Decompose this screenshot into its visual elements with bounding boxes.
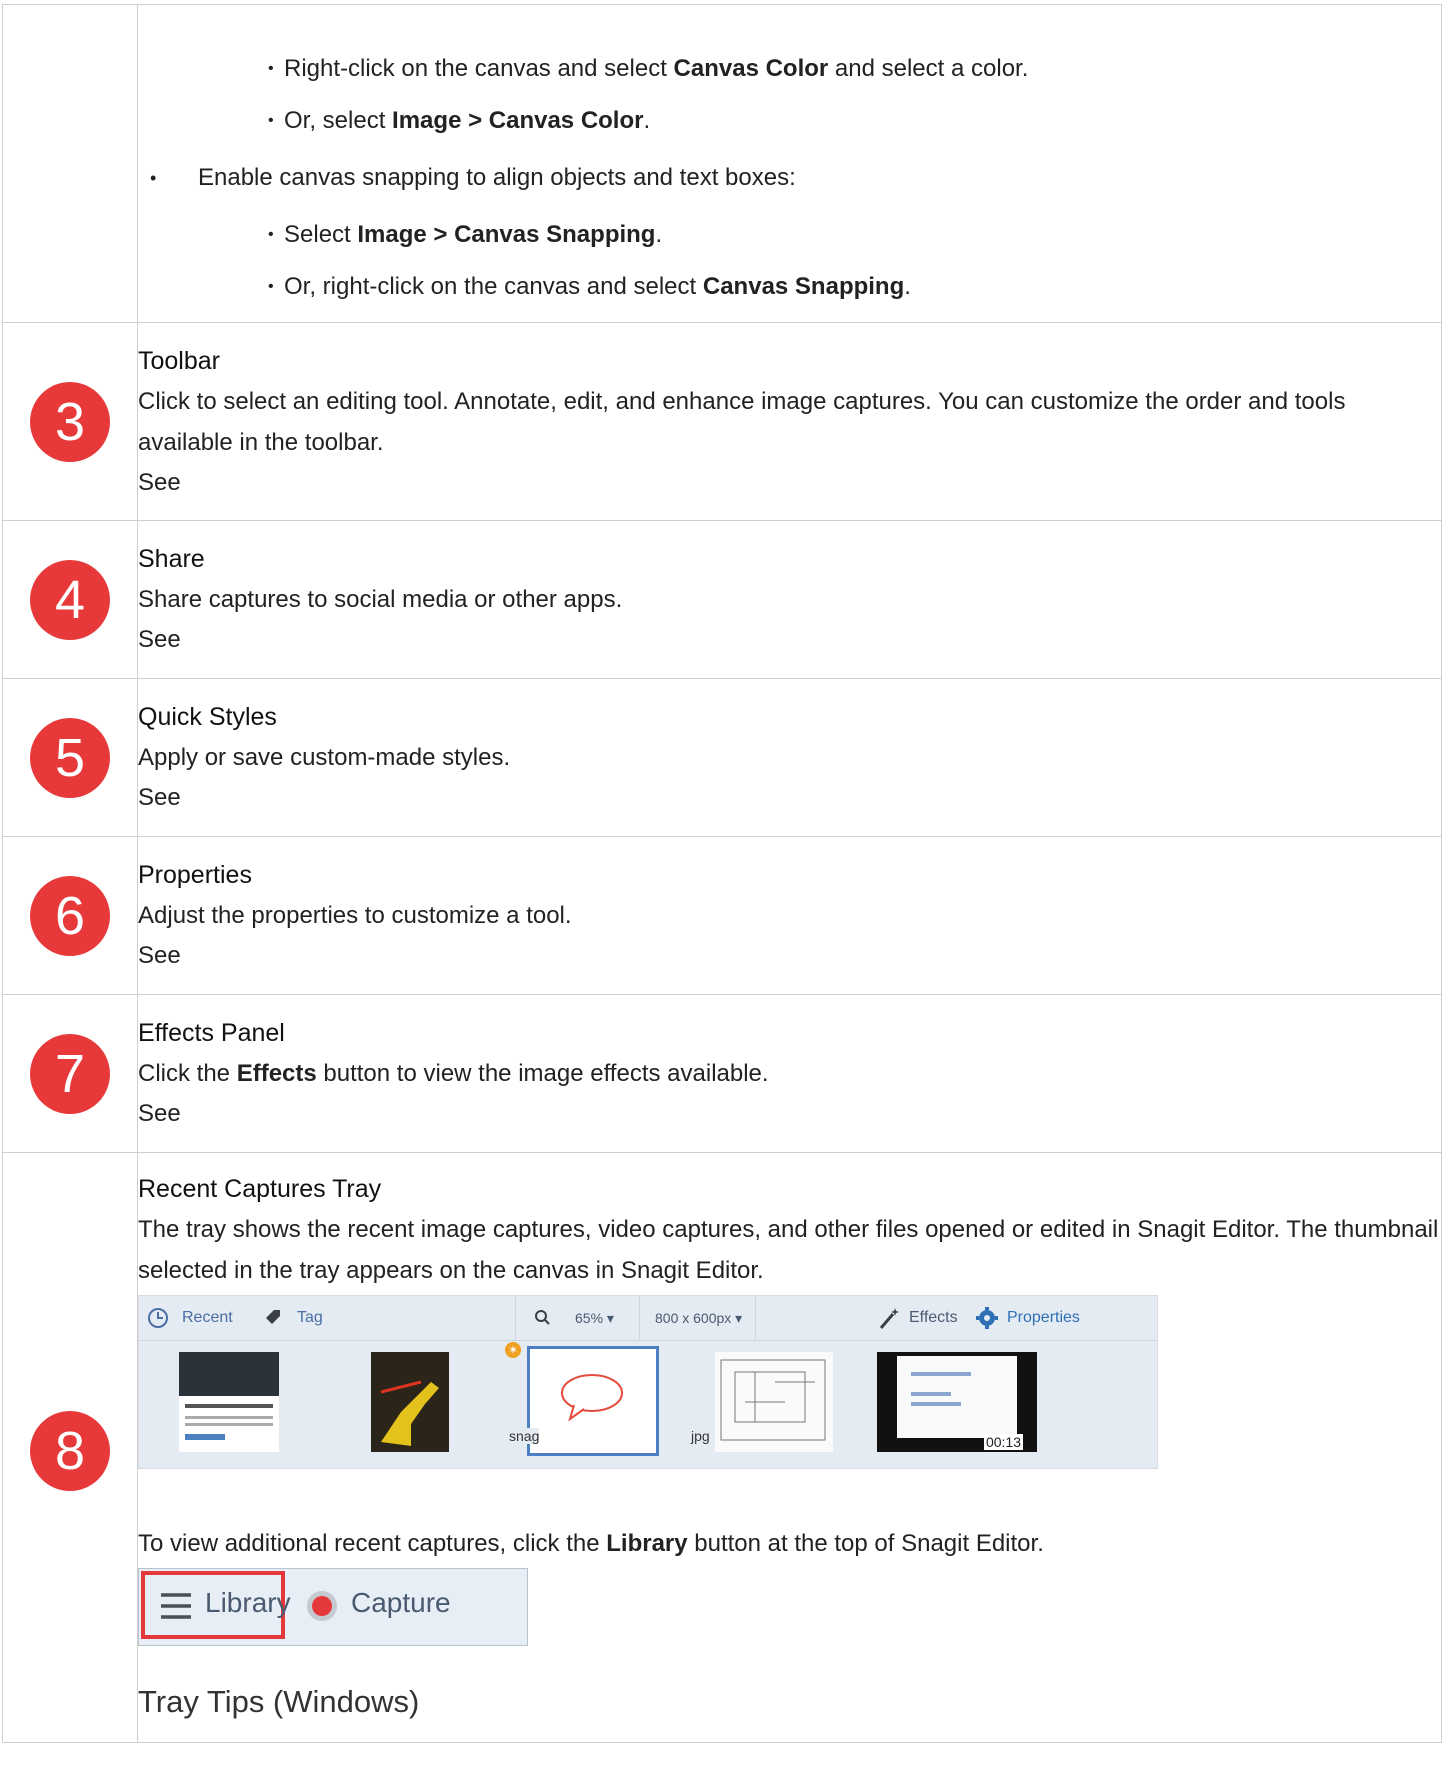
table-row: 3 Toolbar Click to select an editing too… [2, 322, 1442, 521]
row-description: Click to select an editing tool. Annotat… [138, 387, 1346, 456]
record-icon [307, 1591, 337, 1621]
tray-toolbar: Recent Tag 65% ▾ 800 x 600px ▾ Effects P… [139, 1296, 1157, 1341]
table-row: Right-click on the canvas and select Can… [2, 4, 1442, 323]
tag-icon [263, 1296, 283, 1340]
row-title: Quick Styles [138, 703, 277, 731]
table-row: 8 Recent Captures Tray The tray shows th… [2, 1152, 1442, 1743]
library-instruction: To view additional recent captures, clic… [138, 1530, 1044, 1557]
gear-icon [975, 1296, 999, 1340]
search-icon[interactable] [533, 1296, 551, 1340]
list-item: Enable canvas snapping to align objects … [138, 147, 1441, 209]
row-description: The tray shows the recent image captures… [138, 1216, 1439, 1284]
thumbnail-video[interactable]: 00:13 [877, 1352, 1037, 1452]
thumbnail-webpage[interactable] [179, 1352, 279, 1452]
number-badge-6: 6 [30, 875, 110, 956]
new-badge-icon: ✶ [505, 1342, 521, 1358]
row-description: Adjust the properties to customize a too… [138, 902, 572, 929]
tag-button[interactable]: Tag [297, 1296, 323, 1340]
thumbnail-snag-selected[interactable] [527, 1346, 659, 1456]
sub-bullet-list-1: Right-click on the canvas and select Can… [138, 43, 1441, 147]
number-badge-7: 7 [30, 1033, 110, 1114]
tray-thumbnails: ✶ snag jpg 00:13 [139, 1340, 1157, 1468]
sub-bullet-list-2: Select Image > Canvas Snapping. Or, righ… [138, 209, 1441, 313]
page: Right-click on the canvas and select Can… [0, 0, 1442, 1781]
row-title: Recent Captures Tray [138, 1175, 382, 1203]
jpg-label: jpg [691, 1428, 710, 1444]
see-link[interactable]: See [138, 1094, 1441, 1134]
row-title: Properties [138, 861, 252, 889]
list-item: Or, right-click on the canvas and select… [268, 261, 1441, 313]
see-link[interactable]: See [138, 778, 1441, 818]
menu-icon [159, 1591, 193, 1626]
row-description: Apply or save custom-made styles. [138, 744, 511, 771]
number-badge-5: 5 [30, 717, 110, 798]
clock-icon [147, 1296, 169, 1340]
size-dropdown[interactable]: 800 x 600px ▾ [655, 1296, 742, 1340]
thumbnail-robot-photo[interactable] [371, 1352, 449, 1452]
row-title: Toolbar [138, 346, 220, 375]
number-badge-3: 3 [30, 381, 110, 462]
table-row: 6 Properties Adjust the properties to cu… [2, 836, 1442, 995]
zoom-dropdown[interactable]: 65% ▾ [575, 1296, 614, 1340]
number-badge-4: 4 [30, 559, 110, 640]
tray-tips-heading: Tray Tips (Windows) [138, 1684, 420, 1719]
list-item: Select Image > Canvas Snapping. [268, 209, 1441, 261]
table-row: 4 Share Share captures to social media o… [2, 520, 1442, 679]
recent-captures-tray-image: Recent Tag 65% ▾ 800 x 600px ▾ Effects P… [138, 1295, 1158, 1469]
capture-button[interactable]: Capture [351, 1587, 451, 1619]
number-badge-8: 8 [30, 1411, 110, 1491]
effects-wand-icon [877, 1296, 901, 1340]
row-description: Share captures to social media or other … [138, 586, 623, 613]
table-row: 5 Quick Styles Apply or save custom-made… [2, 678, 1442, 837]
properties-button[interactable]: Properties [1007, 1296, 1080, 1340]
thumbnail-blueprint[interactable] [715, 1352, 833, 1452]
row-description: Click the Effects button to view the ima… [138, 1060, 769, 1087]
list-item: Right-click on the canvas and select Can… [268, 43, 1441, 95]
snag-label: snag [509, 1428, 540, 1444]
recent-button[interactable]: Recent [182, 1296, 233, 1340]
reference-table: Right-click on the canvas and select Can… [2, 4, 1442, 1743]
list-item: Or, select Image > Canvas Color. [268, 95, 1441, 147]
video-duration: 00:13 [983, 1434, 1023, 1450]
effects-button[interactable]: Effects [909, 1296, 958, 1340]
library-button[interactable]: Library [205, 1587, 291, 1619]
see-link[interactable]: See [138, 620, 1441, 660]
row-title: Share [138, 545, 205, 573]
table-row: 7 Effects Panel Click the Effects button… [2, 994, 1442, 1153]
see-link[interactable]: See [138, 936, 1441, 976]
library-capture-image: Library Capture [138, 1568, 528, 1646]
row-title: Effects Panel [138, 1019, 285, 1047]
see-link[interactable]: See [138, 463, 1441, 503]
